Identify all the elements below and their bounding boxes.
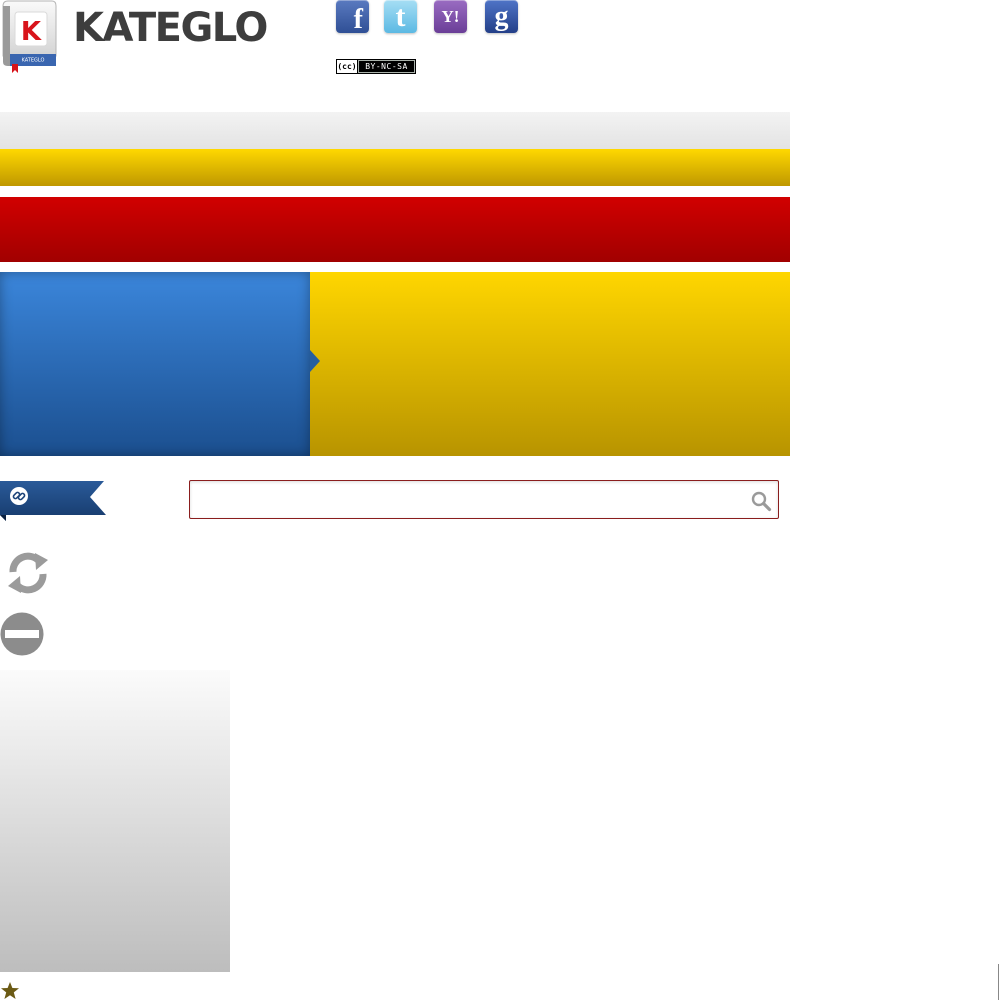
feature-panel-yellow — [310, 272, 790, 456]
twitter-icon[interactable]: t — [384, 0, 417, 33]
nav-bar-yellow — [0, 149, 790, 186]
cc-mark: (cc) — [337, 60, 358, 73]
logo-book-label: KATEGLO — [22, 58, 45, 64]
search-input[interactable] — [198, 486, 742, 515]
site-logo-text[interactable]: KATEGLO — [73, 4, 268, 52]
page-edge-divider — [998, 964, 999, 1000]
search-box — [189, 480, 779, 519]
google-icon[interactable]: g — [485, 0, 518, 33]
link-icon — [10, 487, 28, 505]
yahoo-icon[interactable]: Y! — [434, 0, 467, 33]
logo-book-icon[interactable]: KATEGLO K — [0, 0, 58, 74]
sidebar-panel-gray — [0, 670, 230, 972]
refresh-icon[interactable] — [3, 548, 53, 598]
minus-icon[interactable] — [0, 612, 44, 656]
banner-red — [0, 197, 790, 262]
panel-pointer-arrow — [310, 350, 320, 372]
facebook-icon[interactable]: f — [336, 0, 369, 34]
nav-bar-gray — [0, 112, 790, 149]
search-icon[interactable] — [750, 490, 772, 512]
link-ribbon-button[interactable] — [0, 481, 108, 521]
logo-book-letter: K — [21, 17, 42, 47]
cc-terms: BY-NC-SA — [359, 61, 414, 72]
creative-commons-license-badge[interactable]: (cc) BY-NC-SA — [336, 59, 416, 74]
star-icon — [1, 982, 19, 999]
feature-panel-blue — [0, 272, 310, 456]
